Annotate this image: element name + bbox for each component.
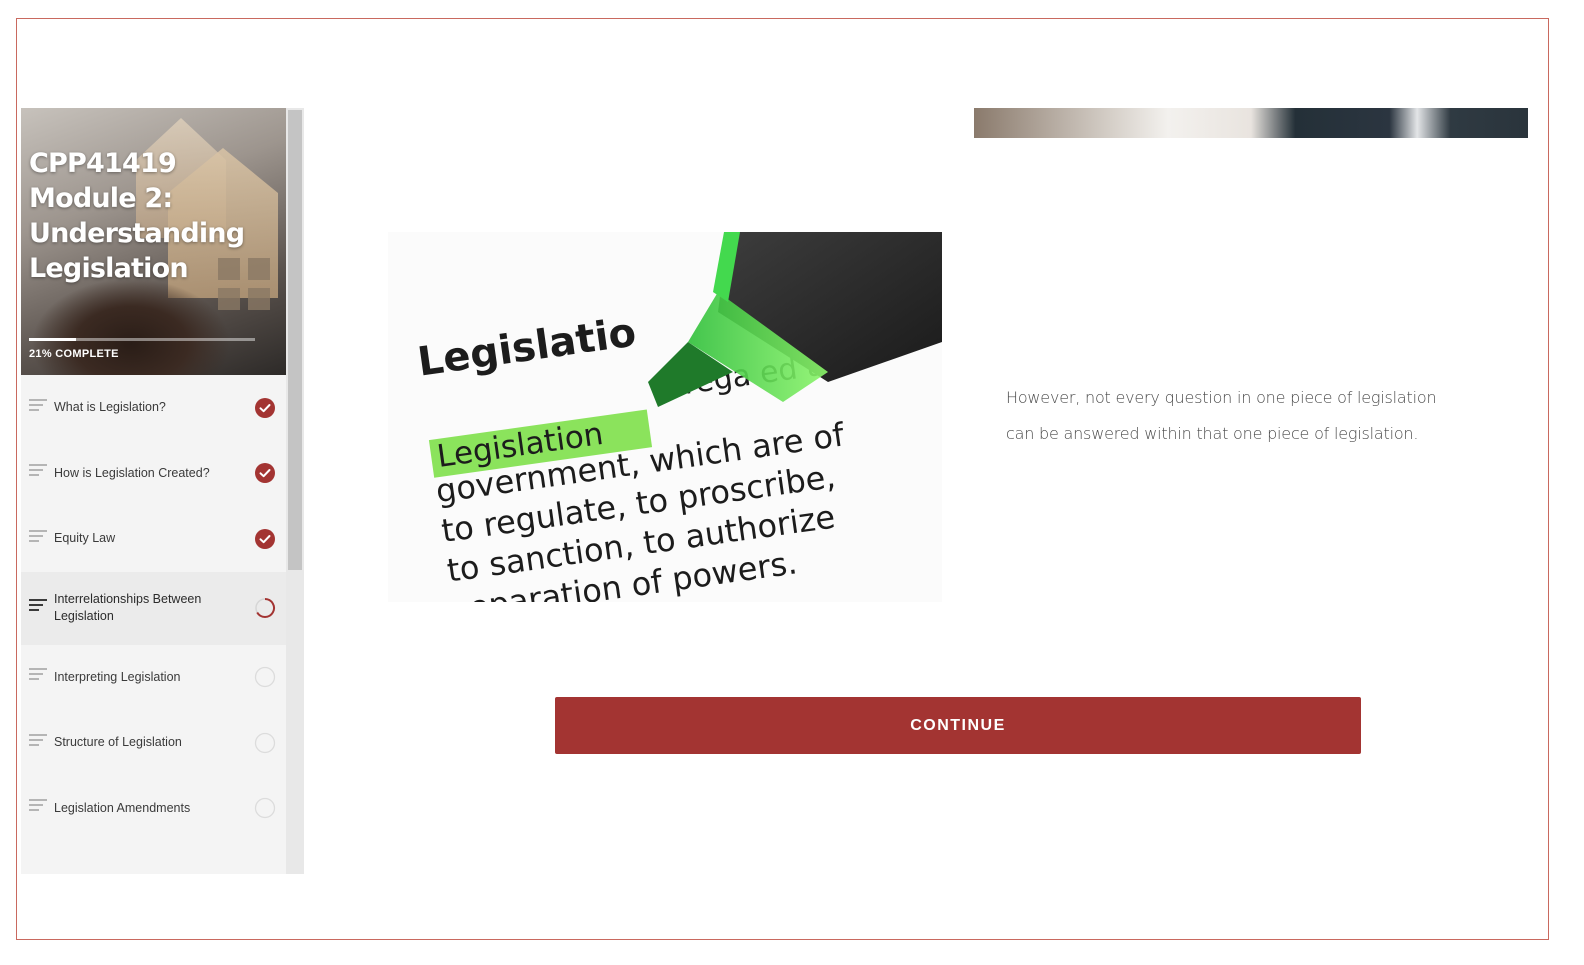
continue-button[interactable]: CONTINUE xyxy=(555,697,1361,754)
lines-icon xyxy=(29,529,47,544)
course-sidebar: CPP41419 Module 2: Understanding Legisla… xyxy=(21,108,304,874)
lesson-item[interactable]: Interpreting Legislation xyxy=(21,645,286,711)
lines-icon xyxy=(29,599,47,613)
lesson-item[interactable]: Equity Law xyxy=(21,506,286,572)
lesson-label: How is Legislation Created? xyxy=(54,465,210,480)
header-image xyxy=(974,108,1528,138)
course-header: CPP41419 Module 2: Understanding Legisla… xyxy=(21,108,286,375)
check-circle-icon xyxy=(255,528,275,549)
lesson-label: Interrelationships Between Legislation xyxy=(54,592,202,623)
gavel-image xyxy=(31,278,231,375)
lines-icon xyxy=(29,398,47,413)
lesson-list: What is Legislation? How is Legislation … xyxy=(21,375,286,841)
empty-circle-icon xyxy=(254,732,276,753)
lesson-item[interactable]: Structure of Legislation xyxy=(21,710,286,776)
lesson-item[interactable]: How is Legislation Created? xyxy=(21,441,286,507)
lines-icon xyxy=(29,464,47,478)
lesson-label: Equity Law xyxy=(54,531,116,546)
progress-ring-icon xyxy=(255,598,275,618)
lines-icon xyxy=(29,799,47,813)
lines-icon xyxy=(29,668,47,682)
lesson-body-text: However, not every question in one piece… xyxy=(1006,388,1437,443)
course-progress-label: 21% COMPLETE xyxy=(29,348,119,360)
lesson-label: Interpreting Legislation xyxy=(54,669,181,684)
highlighter-marker-icon xyxy=(648,232,942,407)
lesson-item[interactable]: What is Legislation? xyxy=(21,375,286,441)
course-progress-fill xyxy=(29,338,77,341)
course-title: CPP41419 Module 2: Understanding Legisla… xyxy=(29,148,245,284)
lesson-label: What is Legislation? xyxy=(54,400,166,415)
course-progress-bar xyxy=(29,338,255,341)
lesson-item-active[interactable]: Interrelationships Between Legislation xyxy=(21,571,286,645)
legislation-illustration: Legislatio Legislation rega ed as govern… xyxy=(415,232,942,602)
lesson-label: Legislation Amendments xyxy=(54,800,191,815)
check-circle-icon xyxy=(255,397,275,418)
lesson-item[interactable]: Legislation Amendments xyxy=(21,776,286,842)
image-heading-word: Legislatio xyxy=(415,309,639,385)
lesson-label: Structure of Legislation xyxy=(54,735,182,750)
check-circle-icon xyxy=(255,463,275,484)
legislation-image: Legislatio Legislation rega ed as govern… xyxy=(388,232,942,602)
empty-circle-icon xyxy=(254,798,276,819)
empty-circle-icon xyxy=(254,667,276,688)
house-window xyxy=(248,288,270,310)
sidebar-scrollbar-thumb[interactable] xyxy=(288,110,302,570)
lines-icon xyxy=(29,733,47,748)
